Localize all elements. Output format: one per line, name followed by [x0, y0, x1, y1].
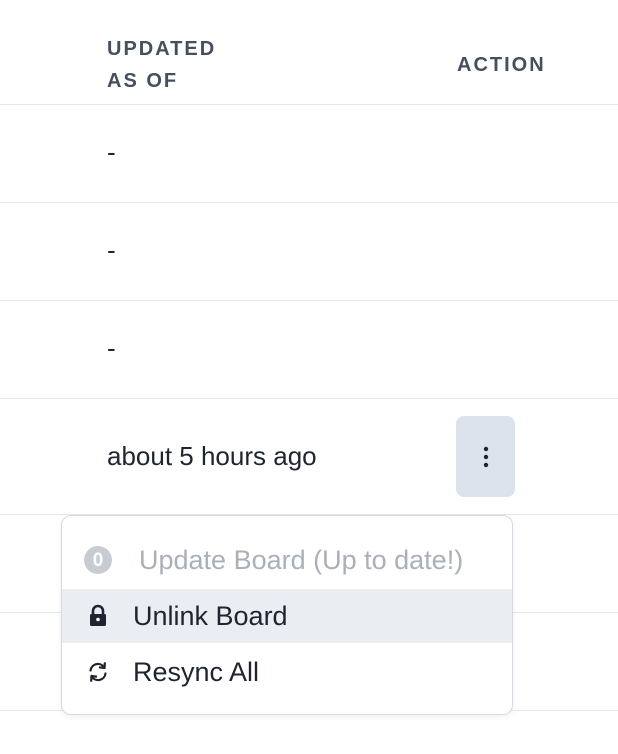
- table-row: -: [0, 105, 618, 203]
- refresh-icon: [84, 658, 112, 686]
- row-actions-menu: 0 Update Board (Up to date!) Unlink Boar…: [61, 515, 513, 715]
- updated-as-of-cell: -: [107, 137, 116, 167]
- column-header-updated-line2: AS OF: [107, 70, 179, 92]
- updated-as-of-cell: -: [107, 235, 116, 265]
- resync-all-label: Resync All: [133, 656, 260, 687]
- update-count-badge: 0: [84, 546, 112, 574]
- row-actions-button[interactable]: [456, 416, 515, 497]
- column-header-action: ACTION: [457, 54, 546, 76]
- updated-as-of-cell: about 5 hours ago: [107, 441, 317, 471]
- zero-count-badge-icon: 0: [84, 546, 112, 574]
- column-header-updated-as-of: UPDATED AS OF: [107, 33, 267, 97]
- updated-as-of-cell: -: [107, 333, 116, 363]
- table-row: about 5 hours ago: [0, 399, 618, 515]
- column-header-updated-line1: UPDATED: [107, 38, 217, 60]
- table-row: -: [0, 301, 618, 399]
- table-row: -: [0, 203, 618, 301]
- unlink-board-menu-item[interactable]: Unlink Board: [62, 589, 512, 643]
- unlink-board-label: Unlink Board: [133, 600, 288, 631]
- more-vertical-icon: [483, 446, 488, 467]
- update-board-menu-item[interactable]: 0 Update Board (Up to date!): [62, 533, 512, 587]
- resync-all-menu-item[interactable]: Resync All: [62, 645, 512, 699]
- table-header: UPDATED AS OF ACTION: [0, 0, 618, 105]
- lock-icon: [84, 602, 112, 630]
- update-board-label: Update Board (Up to date!): [139, 544, 464, 575]
